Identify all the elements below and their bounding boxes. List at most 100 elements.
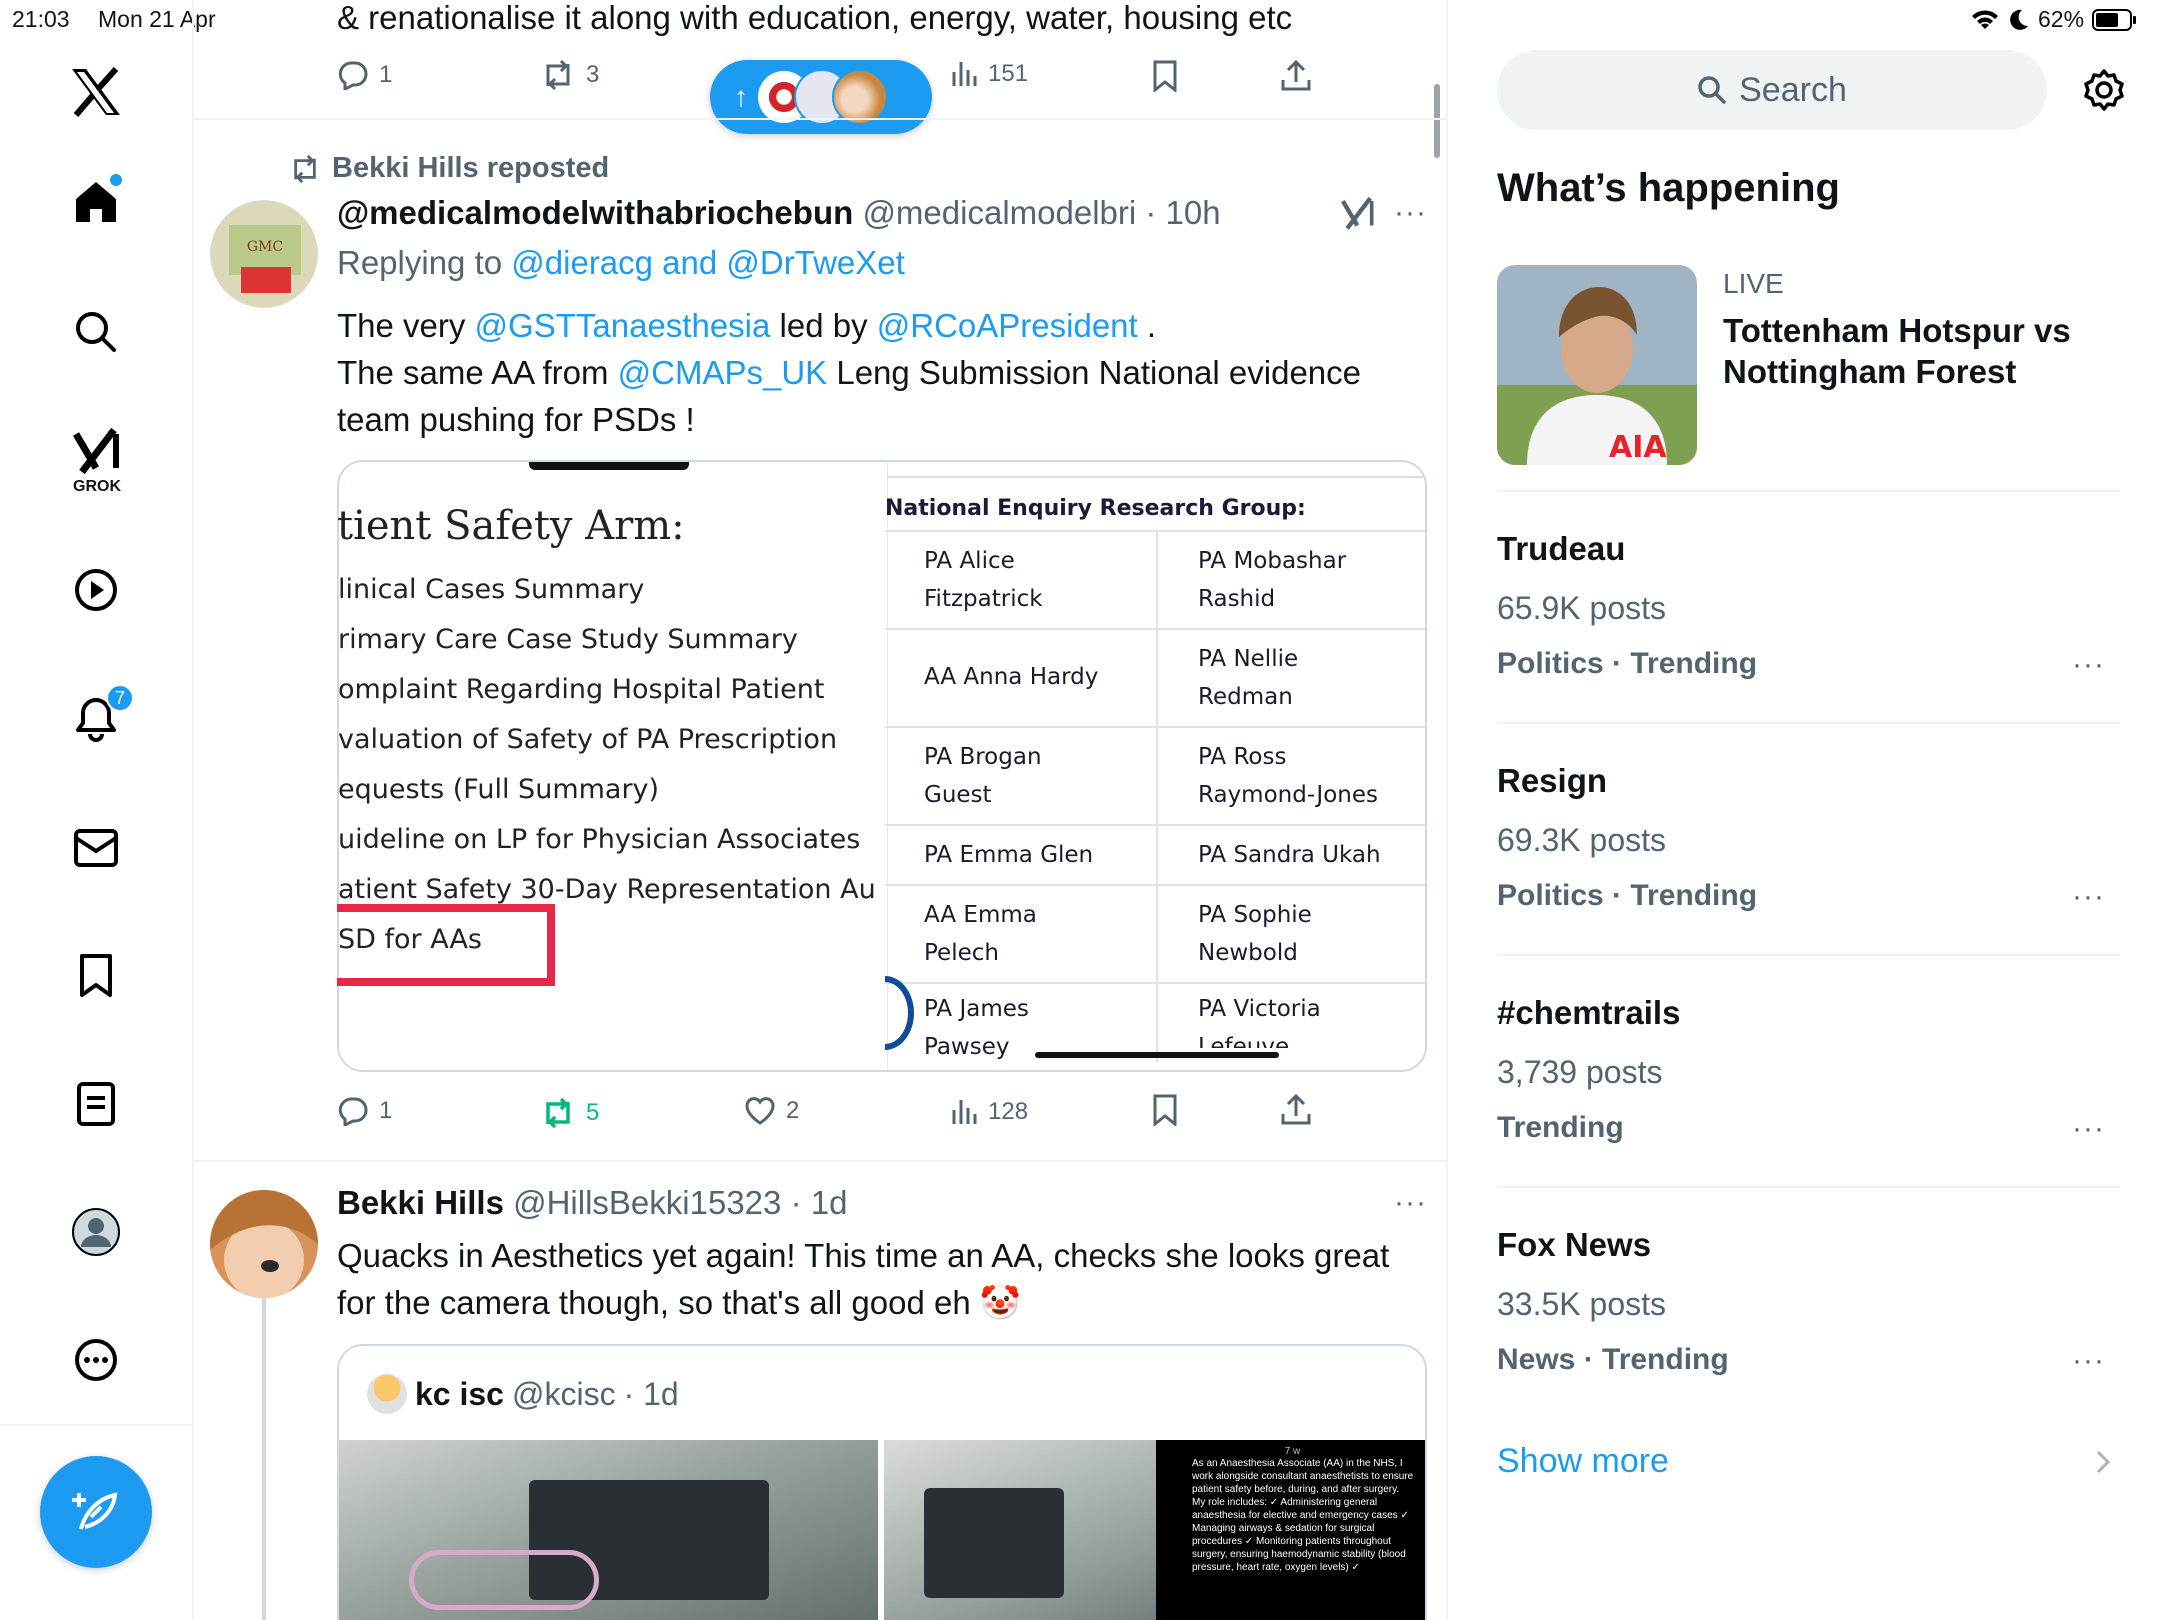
quote-tweet[interactable]: kc isc @kcisc · 1d 7 w As an Anaesthesia… [337, 1344, 1427, 1620]
show-more-link[interactable]: Show more [1497, 1442, 1669, 1481]
list-cell: PA Emma Glen [924, 836, 1093, 874]
overlay-time: 7 w [1284, 1446, 1301, 1457]
list-cell: PA Alice Fitzpatrick [924, 542, 1043, 618]
tweet1-display-name[interactable]: @medicalmodelwithabriochebun [337, 194, 853, 231]
scrollbar[interactable] [1434, 84, 1440, 158]
trend-title: Resign [1497, 762, 1608, 799]
quote-media-1[interactable] [339, 1440, 878, 1620]
tweet1-repost-button[interactable]: 5 [540, 1098, 599, 1128]
list-cell-text: PA Nellie Redman [1198, 646, 1299, 710]
divider [885, 628, 1425, 630]
nav-messages[interactable] [66, 818, 126, 878]
x-logo-icon[interactable] [66, 62, 126, 122]
doc-line: rimary Care Case Study Summary [338, 624, 798, 655]
nav-more[interactable] [66, 1330, 126, 1390]
top-reply-button[interactable]: 1 [337, 60, 392, 90]
grok-label: GROK [73, 478, 121, 495]
new-posts-avatars [756, 69, 888, 125]
nav-notifications[interactable]: 7 [66, 684, 134, 748]
settings-button[interactable] [2082, 68, 2126, 112]
tweet1-reply-button[interactable]: 1 [337, 1096, 392, 1126]
quote-header: kc isc @kcisc · 1d [367, 1374, 679, 1414]
grok-explain-icon[interactable] [1340, 196, 1376, 232]
chevron-right-icon[interactable] [2094, 1448, 2112, 1476]
tweet1-handle[interactable]: @medicalmodelbri [862, 194, 1136, 231]
tweet1-timestamp[interactable]: · 10h [1145, 194, 1220, 231]
avatar[interactable] [210, 1190, 318, 1298]
nav-explore[interactable] [66, 302, 126, 362]
list-cell: PA Brogan Guest [924, 738, 1042, 814]
more-circle-icon [75, 1339, 117, 1381]
nav-video[interactable] [66, 560, 126, 620]
tweet2-handle[interactable]: @HillsBekki15323 [513, 1184, 781, 1221]
trend-item[interactable]: Resign 69.3K posts Politics · Trending [1497, 762, 1757, 913]
tweet1-line3: team pushing for PSDs ! [337, 401, 695, 438]
trend-item[interactable]: #chemtrails 3,739 posts Trending [1497, 994, 1680, 1145]
status-icons: 62% [1970, 6, 2138, 33]
list-cell-text: PA Ross Raymond-Jones [1198, 744, 1378, 808]
views-icon [952, 62, 977, 86]
mention-link[interactable]: @RCoAPresident [877, 307, 1138, 344]
list-cell-text: PA Brogan Guest [924, 744, 1042, 808]
live-title[interactable]: Tottenham Hotspur vs Nottingham Forest [1723, 310, 2083, 392]
divider [885, 982, 1425, 984]
text: The very [337, 307, 475, 344]
avatar[interactable]: GMC [210, 200, 318, 308]
tweet2-more-button[interactable]: ··· [1394, 1186, 1427, 1220]
search-icon [76, 312, 116, 352]
doc-line: linical Cases Summary [338, 574, 645, 605]
mention-link[interactable]: @CMAPs_UK [618, 354, 828, 391]
replying-to-users[interactable]: @dieracg and @DrTweXet [511, 244, 905, 281]
compose-post-button[interactable] [40, 1456, 152, 1568]
tweet2-display-name[interactable]: Bekki Hills [337, 1184, 504, 1221]
replying-to-label: Replying to [337, 244, 503, 281]
top-share-button[interactable] [1280, 60, 1312, 92]
status-time: 21:03 [12, 6, 70, 32]
trend-item[interactable]: Fox News 33.5K posts News · Trending [1497, 1226, 1729, 1377]
divider [885, 824, 1425, 826]
nav-profile[interactable] [66, 1202, 126, 1262]
moon-icon [2010, 9, 2028, 30]
battery-icon [2092, 8, 2137, 31]
trend-more-button[interactable]: ··· [2072, 1344, 2105, 1378]
whats-happening-heading: What’s happening [1497, 166, 1840, 210]
nav-bookmarks[interactable] [66, 946, 126, 1006]
trend-more-button[interactable]: ··· [2072, 648, 2105, 682]
doc-line: uideline on LP for Physician Associates [338, 824, 861, 855]
top-repost-button[interactable]: 3 [540, 60, 599, 90]
tweet1-views-button[interactable]: 128 [950, 1098, 1028, 1126]
tweet1-more-button[interactable]: ··· [1394, 196, 1427, 230]
repost-indicator: Bekki Hills reposted [288, 152, 609, 185]
tweet1-like-button[interactable]: 2 [744, 1096, 799, 1126]
new-posts-pill[interactable]: ↑ [710, 60, 932, 134]
top-bookmark-button[interactable] [1151, 60, 1179, 92]
notification-badge: 7 [106, 684, 134, 712]
list-cell-text: AA Emma Pelech [924, 902, 1037, 966]
live-event-image[interactable]: AIA [1497, 265, 1697, 465]
search-bar[interactable]: Search [1497, 50, 2047, 130]
image-top-rule [887, 476, 1425, 478]
top-views-button[interactable]: 151 [950, 60, 1028, 88]
trend-item[interactable]: Trudeau 65.9K posts Politics · Trending [1497, 530, 1757, 681]
nav-grok[interactable]: GROK [64, 428, 130, 496]
trend-more-button[interactable]: ··· [2072, 1112, 2105, 1146]
nav-lists[interactable] [66, 1074, 126, 1134]
tweet1-bookmark-button[interactable] [1151, 1094, 1179, 1126]
list-cell-text: PA Alice Fitzpatrick [924, 548, 1043, 612]
battery-percent: 62% [2038, 6, 2085, 32]
mention-link[interactable]: @GSTTanaesthesia [475, 307, 771, 344]
reply-icon [338, 1097, 368, 1126]
trend-more-button[interactable]: ··· [2072, 880, 2105, 914]
image-notch [529, 462, 689, 470]
tweet2-timestamp[interactable]: · 1d [791, 1184, 848, 1221]
tweet1-share-button[interactable] [1280, 1094, 1312, 1126]
divider [885, 884, 1425, 886]
top-tweet-text: & renationalise it along with education,… [337, 0, 1293, 36]
quote-media-2[interactable]: 7 w As an Anaesthesia Associate (AA) in … [884, 1440, 1425, 1620]
tweet2-header: Bekki Hills @HillsBekki15323 · 1d [337, 1184, 847, 1222]
quote-overlay: 7 w As an Anaesthesia Associate (AA) in … [1156, 1440, 1425, 1620]
list-cell: PA Mobashar Rashid [1198, 542, 1346, 618]
nav-home[interactable] [66, 172, 126, 232]
doc-line: valuation of Safety of PA Prescription [338, 724, 838, 755]
play-icon [75, 569, 117, 611]
